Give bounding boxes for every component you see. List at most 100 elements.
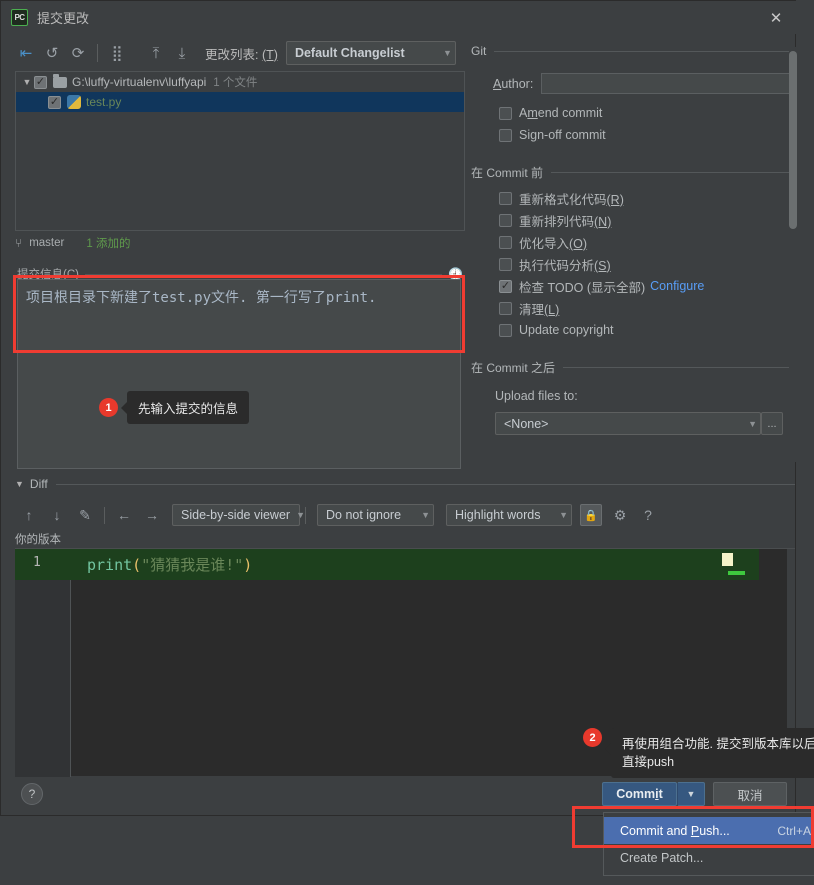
apply-right-icon[interactable]: →: [138, 503, 166, 527]
upload-files-row: <None> ▼ ...: [471, 412, 797, 435]
menu-item-shortcut: Ctrl+Alt+K: [777, 823, 814, 838]
checkbox-box[interactable]: ✓: [499, 128, 512, 142]
option-rearrange-code[interactable]: ✓ 重新排列代码(N): [471, 209, 797, 231]
option-mnemonic: (O): [569, 236, 588, 251]
menu-item-commit-and-push[interactable]: Commit and Push... Ctrl+Alt+K: [604, 817, 814, 844]
checkbox-box[interactable]: ✓: [499, 213, 512, 227]
file-checkbox[interactable]: ✓: [48, 95, 61, 109]
apply-left-icon[interactable]: ←: [110, 503, 138, 527]
collapse-all-icon[interactable]: ⤓: [169, 41, 195, 65]
previous-difference-icon[interactable]: ↑: [15, 503, 43, 527]
chevron-down-icon: ▼: [559, 510, 568, 520]
chevron-down-icon[interactable]: ▼: [20, 77, 34, 87]
refresh-icon[interactable]: ⟳: [65, 41, 91, 65]
pycharm-icon: PC: [11, 9, 28, 26]
chevron-down-icon: ▼: [421, 510, 430, 520]
option-mnemonic: (S): [594, 258, 611, 273]
checkbox-box[interactable]: ✓: [499, 257, 512, 271]
dialog-title: 提交更改: [37, 11, 90, 26]
next-difference-icon[interactable]: ↓: [43, 503, 71, 527]
highlight-mode-select[interactable]: Highlight words ▼: [446, 504, 572, 526]
amend-commit-label: Amend commit: [519, 106, 603, 120]
code-line: print("猜猜我是谁!"): [87, 554, 252, 575]
line-number: 1: [33, 555, 41, 570]
signoff-commit-checkbox[interactable]: ✓ Sign-off commit: [471, 124, 797, 146]
changelist-select[interactable]: Default Changelist ▼: [285, 41, 456, 65]
checkbox-box[interactable]: ✓: [499, 279, 512, 293]
bookmark-marker-icon: [722, 553, 733, 566]
git-panel-scrollbar[interactable]: [789, 47, 797, 462]
code-string-literal: "猜猜我是谁!": [141, 556, 244, 574]
toolbar-divider: [97, 44, 98, 62]
option-update-copyright[interactable]: ✓ Update copyright: [471, 319, 797, 341]
commit-button[interactable]: Comm i t: [602, 782, 677, 806]
collapse-arrows-icon[interactable]: ⇤: [13, 41, 39, 65]
expand-all-icon[interactable]: ⤒: [143, 41, 169, 65]
option-optimize-imports[interactable]: ✓ 优化导入(O): [471, 231, 797, 253]
ignore-mode-select[interactable]: Do not ignore ▼: [317, 504, 434, 526]
edit-source-icon[interactable]: ✎: [71, 503, 99, 527]
line-number-gutter: [15, 549, 71, 777]
option-label-text: 执行代码分析: [519, 258, 595, 273]
menu-item-label: Create Patch...: [620, 850, 704, 865]
option-mnemonic: (N): [594, 214, 612, 229]
added-count-label: 1 添加的: [86, 238, 131, 250]
root-path-label: G:\luffy-virtualenv\luffyapi: [72, 75, 207, 89]
gear-icon[interactable]: ⚙: [606, 503, 634, 527]
chevron-down-icon[interactable]: ▼: [15, 479, 24, 489]
scrollbar-thumb[interactable]: [789, 51, 797, 229]
root-checkbox[interactable]: ✓: [34, 75, 47, 89]
upload-target-value: <None>: [504, 416, 549, 431]
python-file-icon: [67, 95, 81, 109]
option-label: 优化导入(O): [519, 233, 587, 252]
diff-title: Diff: [29, 477, 48, 491]
option-reformat-code[interactable]: ✓ 重新格式化代码(R): [471, 187, 797, 209]
author-field[interactable]: [541, 73, 797, 94]
checkbox-box[interactable]: ✓: [499, 106, 512, 120]
callout-2: 2 再使用组合功能. 提交到版本库以后直接push: [583, 728, 814, 779]
changed-files-tree[interactable]: ▼ ✓ G:\luffy-virtualenv\luffyapi 1 个文件 ✓…: [15, 71, 465, 231]
option-check-todo[interactable]: ✓ 检查 TODO (显示全部) Configure: [471, 275, 797, 297]
callout-2-number: 2: [583, 728, 602, 747]
option-analyze-code[interactable]: ✓ 执行代码分析(S): [471, 253, 797, 275]
cancel-button[interactable]: 取消: [713, 782, 787, 806]
option-mnemonic: (R): [606, 192, 624, 207]
close-icon[interactable]: ✕: [755, 1, 797, 34]
checkbox-box[interactable]: ✓: [499, 323, 512, 337]
change-marker-icon: [728, 571, 745, 575]
amend-commit-checkbox[interactable]: ✓ Amend commit: [471, 102, 797, 124]
checkbox-box[interactable]: ✓: [499, 235, 512, 249]
commit-message-input[interactable]: 项目根目录下新建了test.py文件. 第一行写了print.: [17, 279, 461, 469]
callout-1: 1 先输入提交的信息: [99, 391, 250, 424]
divider: [84, 273, 443, 275]
viewer-mode-select[interactable]: Side-by-side viewer ▼: [172, 504, 305, 526]
group-by-icon[interactable]: ⣿: [104, 41, 130, 65]
table-row[interactable]: ✓ test.py: [16, 92, 464, 112]
upload-target-select[interactable]: <None> ▼: [495, 412, 761, 435]
divider: [55, 483, 795, 485]
changelist-value: Default Changelist: [294, 46, 405, 60]
undo-icon[interactable]: ↺: [39, 41, 65, 65]
configure-link[interactable]: Configure: [650, 279, 704, 293]
option-cleanup[interactable]: ✓ 清理(L): [471, 297, 797, 319]
author-mnemonic: A: [493, 76, 502, 91]
changelist-label: 更改列表: (T): [205, 44, 278, 63]
toolbar-divider: [104, 506, 105, 524]
checkbox-box[interactable]: ✓: [499, 301, 512, 315]
lock-icon[interactable]: 🔒: [580, 504, 602, 526]
help-button[interactable]: ?: [21, 783, 43, 805]
root-file-count: 1 个文件: [213, 77, 258, 89]
commit-dropdown-button[interactable]: ▼: [677, 782, 705, 806]
toolbar-divider-2: [305, 506, 306, 524]
question-icon[interactable]: ?: [634, 503, 662, 527]
callout-2-text: 再使用组合功能. 提交到版本库以后直接push: [605, 728, 814, 779]
commit-dropdown-menu: Commit and Push... Ctrl+Alt+K Create Pat…: [603, 812, 814, 876]
branch-icon: ⑂: [15, 236, 23, 250]
tree-row-root[interactable]: ▼ ✓ G:\luffy-virtualenv\luffyapi 1 个文件: [16, 72, 464, 92]
browse-button[interactable]: ...: [761, 412, 783, 435]
code-function-name: print: [87, 556, 133, 574]
menu-item-create-patch[interactable]: Create Patch...: [604, 844, 814, 871]
divider: [551, 171, 797, 173]
checkbox-box[interactable]: ✓: [499, 191, 512, 205]
